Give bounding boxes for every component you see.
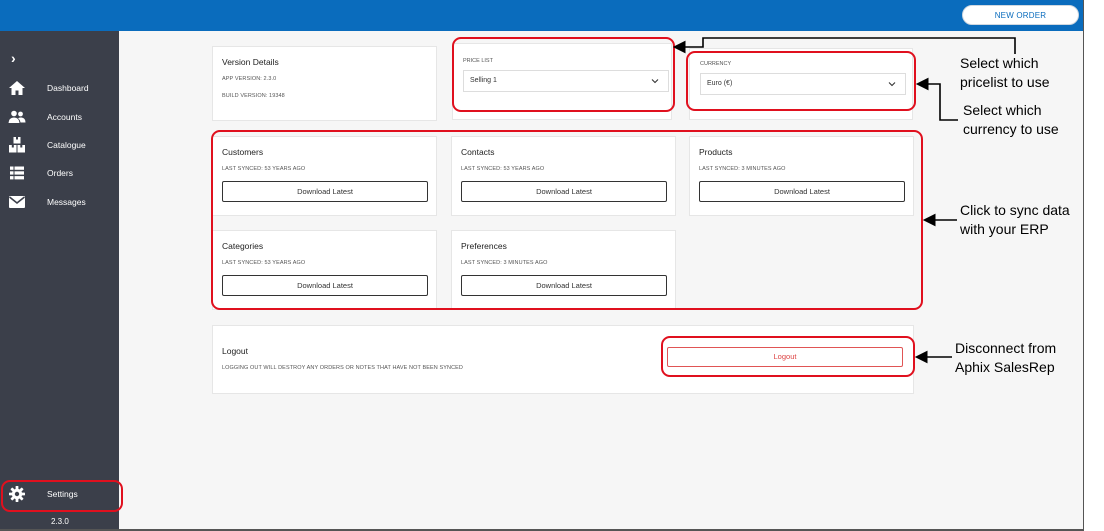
boxes-icon	[9, 137, 25, 153]
app-version-text: APP VERSION: 2.3.0	[222, 76, 277, 82]
logout-warning-text: LOGGING OUT WILL DESTROY ANY ORDERS OR N…	[222, 365, 464, 371]
sidebar-item-catalogue[interactable]: Catalogue	[0, 134, 119, 156]
card-title: Logout	[222, 346, 248, 356]
sidebar-item-label: Orders	[47, 168, 73, 178]
annotation-pricelist: Select which pricelist to use	[960, 55, 1050, 90]
list-icon	[10, 166, 24, 180]
sidebar: › Dashboard Accounts Catalogue Orders Me…	[0, 31, 119, 531]
sidebar-item-label: Catalogue	[47, 140, 86, 150]
envelope-icon	[9, 196, 25, 208]
new-order-button[interactable]: NEW ORDER	[962, 5, 1079, 25]
sidebar-item-dashboard[interactable]: Dashboard	[0, 77, 119, 99]
highlight-price-list	[452, 37, 675, 112]
build-version-text: BUILD VERSION: 19348	[222, 93, 285, 99]
highlight-logout	[661, 336, 915, 377]
card-title: Version Details	[222, 57, 279, 67]
sidebar-item-label: Dashboard	[47, 83, 89, 93]
version-details-card: Version Details APP VERSION: 2.3.0 BUILD…	[212, 46, 437, 121]
top-bar: NEW ORDER	[0, 0, 1083, 31]
sidebar-item-label: Accounts	[47, 112, 82, 122]
highlight-settings	[1, 480, 123, 512]
sidebar-item-label: Messages	[47, 197, 86, 207]
app-version-label: 2.3.0	[51, 517, 69, 526]
annotation-sync: Click to sync data with your ERP	[960, 202, 1070, 237]
sidebar-item-messages[interactable]: Messages	[0, 191, 119, 213]
chevron-right-icon[interactable]: ›	[11, 50, 16, 66]
highlight-currency	[686, 51, 916, 111]
home-icon	[9, 81, 25, 95]
window-right-border	[1083, 0, 1084, 531]
sidebar-item-accounts[interactable]: Accounts	[0, 106, 119, 128]
highlight-sync-cards	[211, 130, 923, 310]
annotation-currency: Select which currency to use	[963, 102, 1059, 137]
sidebar-item-orders[interactable]: Orders	[0, 162, 119, 184]
annotation-disconnect: Disconnect from Aphix SalesRep	[955, 340, 1057, 375]
users-icon	[8, 110, 26, 123]
